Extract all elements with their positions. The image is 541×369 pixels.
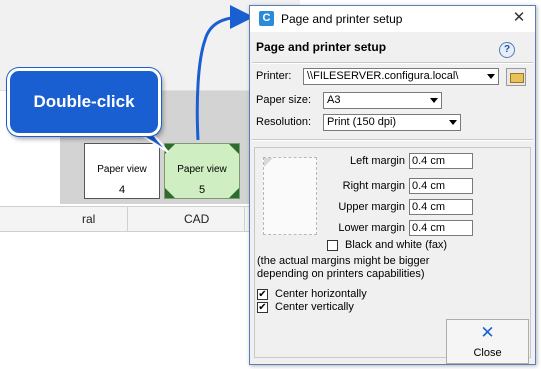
divider	[252, 62, 533, 64]
center-vertically-checkbox[interactable]: ✔	[257, 302, 268, 313]
selection-corner-icon	[229, 144, 239, 154]
chevron-down-icon	[430, 98, 438, 103]
paper-view-thumbnail-4[interactable]: Paper view 4	[84, 143, 160, 199]
paper-size-label: Paper size:	[256, 94, 312, 106]
tab-divider	[244, 207, 245, 231]
center-horizontally-checkbox[interactable]: ✔	[257, 289, 268, 300]
paper-preview-icon	[263, 157, 317, 235]
right-margin-input[interactable]: 0.4 cm	[409, 178, 473, 194]
tab-divider	[127, 207, 128, 231]
page-fold-icon	[264, 158, 273, 167]
app-icon: C	[259, 11, 274, 26]
center-vertically-label: Center vertically	[275, 301, 354, 313]
paper-view-thumbnail-5[interactable]: Paper view 5	[164, 143, 240, 199]
resolution-value: Print (150 dpi)	[327, 116, 397, 128]
left-margin-input[interactable]: 0.4 cm	[409, 153, 473, 169]
upper-margin-label: Upper margin	[338, 201, 405, 213]
left-margin-label: Left margin	[349, 155, 405, 167]
resolution-label: Resolution:	[256, 116, 312, 128]
resolution-select[interactable]: Print (150 dpi)	[323, 114, 461, 131]
lower-margin-input[interactable]: 0.4 cm	[409, 220, 473, 236]
dialog-window-title: Page and printer setup	[281, 12, 403, 26]
paper-size-select[interactable]: A3	[323, 92, 442, 109]
printer-select[interactable]: \\FILESERVER.configura.local\	[303, 68, 499, 85]
tab-partial[interactable]: ral	[82, 212, 95, 226]
printer-properties-button[interactable]	[506, 68, 526, 86]
double-click-callout: Double-click	[7, 68, 161, 136]
dialog-heading: Page and printer setup	[256, 40, 387, 54]
close-button-label: Close	[473, 347, 502, 359]
margins-note-line-2: depending on printers capabilities)	[257, 268, 425, 280]
upper-margin-input[interactable]: 0.4 cm	[409, 199, 473, 215]
divider	[252, 139, 533, 141]
center-horizontally-label: Center horizontally	[275, 288, 367, 300]
tab-cad[interactable]: CAD	[184, 212, 209, 226]
black-white-checkbox[interactable]	[327, 240, 338, 251]
right-margin-label: Right margin	[342, 180, 405, 192]
help-icon[interactable]: ?	[499, 42, 515, 58]
selection-corner-icon	[165, 144, 175, 154]
folder-icon	[510, 73, 524, 83]
margins-note-line-1: (the actual margins might be bigger	[257, 255, 430, 267]
thumbnail-label: Paper view	[177, 164, 227, 175]
chevron-down-icon	[449, 120, 457, 125]
thumbnail-label: Paper view	[97, 164, 147, 175]
printer-label: Printer:	[256, 70, 292, 82]
page-printer-setup-dialog: C Page and printer setup ✕ Page and prin…	[249, 5, 536, 365]
dialog-titlebar[interactable]: C Page and printer setup ✕	[250, 6, 535, 32]
thumbnail-number: 5	[198, 184, 206, 196]
paper-size-value: A3	[327, 94, 341, 106]
close-x-icon: ✕	[480, 323, 495, 342]
printer-value: \\FILESERVER.configura.local\	[307, 70, 459, 82]
thumbnail-number: 4	[118, 184, 126, 196]
chevron-down-icon	[487, 74, 495, 79]
close-button[interactable]: ✕ Close	[446, 319, 529, 364]
close-icon[interactable]: ✕	[511, 9, 527, 27]
lower-margin-label: Lower margin	[338, 222, 405, 234]
black-white-label: Black and white (fax)	[345, 239, 448, 251]
